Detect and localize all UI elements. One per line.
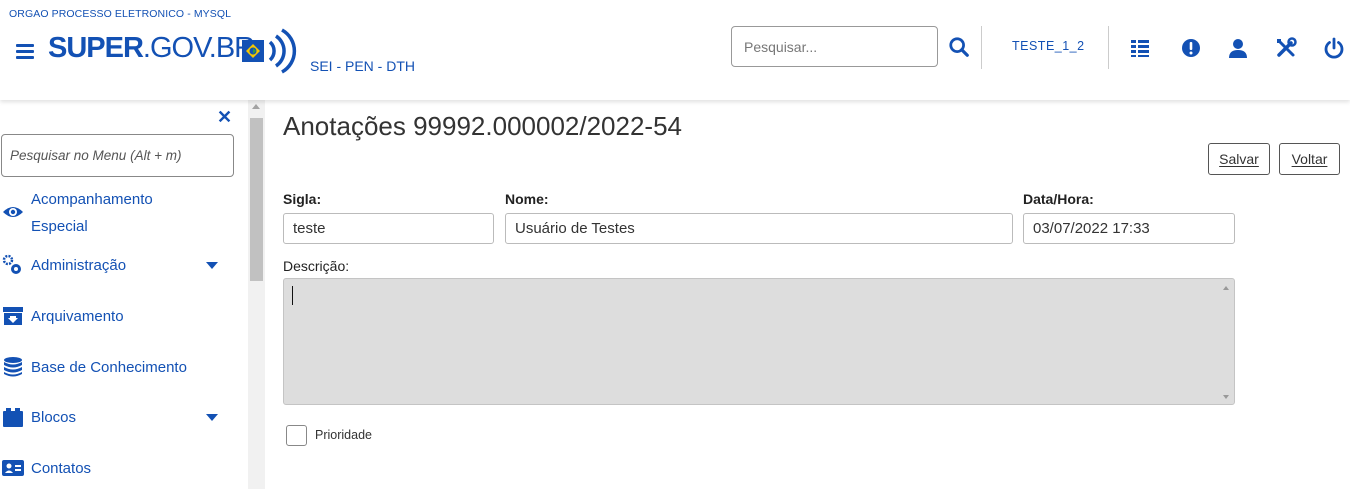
sidebar-item-label: Acompanhamento: [31, 191, 153, 208]
sidebar-item-contatos[interactable]: Contatos: [0, 455, 240, 485]
prioridade-checkbox[interactable]: [286, 425, 307, 446]
sidebar-item-arquivamento[interactable]: Arquivamento: [0, 303, 240, 333]
prioridade-label: Prioridade: [315, 428, 372, 442]
logo-mark-icon: [242, 28, 297, 74]
sigla-field[interactable]: [283, 213, 494, 244]
list-icon[interactable]: [1129, 37, 1151, 59]
sigla-label: Sigla:: [283, 191, 322, 207]
descricao-textarea[interactable]: [283, 278, 1235, 405]
sidebar-scroll-thumb[interactable]: [250, 118, 263, 281]
close-icon[interactable]: ✕: [217, 108, 232, 126]
header-divider: [981, 26, 982, 69]
org-name: ORGAO PROCESSO ELETRONICO - MYSQL: [9, 8, 232, 20]
menu-search-input[interactable]: [1, 134, 234, 177]
sidebar-item-administracao[interactable]: Administração: [0, 252, 240, 282]
datahora-label: Data/Hora:: [1023, 191, 1094, 207]
sidebar-item-label: Base de Conhecimento: [31, 359, 187, 376]
save-button[interactable]: Salvar: [1208, 143, 1270, 175]
sidebar-item-base-de-conhecimento[interactable]: Base de Conhecimento: [0, 354, 240, 384]
scroll-up-arrow-icon[interactable]: [252, 104, 260, 109]
search-icon[interactable]: [948, 36, 970, 58]
nome-label: Nome:: [505, 191, 549, 207]
sidebar-item-label: Blocos: [31, 409, 77, 426]
logo-bold-text: SUPER: [48, 32, 144, 64]
system-subtitle: SEI - PEN - DTH: [310, 58, 416, 74]
sidebar-item-label: Especial: [31, 218, 88, 235]
top-header: ORGAO PROCESSO ELETRONICO - MYSQL SUPER.…: [0, 0, 1350, 100]
eye-icon: [3, 207, 23, 217]
page-title: Anotações 99992.000002/2022-54: [283, 111, 683, 141]
logo-light-text: .GOV.BR: [142, 32, 255, 64]
sidebar-item-acompanhamento-especial[interactable]: Acompanhamento Especial: [0, 188, 240, 244]
tools-icon[interactable]: [1275, 37, 1297, 59]
archive-icon: [3, 307, 23, 325]
sidebar-item-label: Administração: [31, 257, 127, 274]
datahora-field[interactable]: [1023, 213, 1235, 244]
nome-field[interactable]: [505, 213, 1013, 244]
alert-icon[interactable]: [1180, 37, 1202, 59]
chevron-down-icon[interactable]: [206, 262, 218, 269]
sidebar-item-label: Contatos: [31, 460, 92, 477]
id-card-icon: [2, 460, 24, 476]
user-unit-link[interactable]: TESTE_1_2: [1012, 39, 1085, 53]
logo[interactable]: SUPER.GOV.BR: [48, 32, 255, 65]
header-divider: [1108, 26, 1109, 69]
user-icon[interactable]: [1227, 37, 1249, 59]
cubes-icon: [3, 408, 23, 427]
search-input[interactable]: [731, 26, 938, 67]
gears-icon: [2, 254, 21, 274]
back-button[interactable]: Voltar: [1279, 143, 1340, 175]
sidebar-item-blocos[interactable]: Blocos: [0, 404, 240, 434]
chevron-down-icon[interactable]: [206, 414, 218, 421]
descricao-label: Descrição:: [283, 258, 350, 274]
menu-icon[interactable]: [16, 44, 34, 59]
sidebar-item-label: Arquivamento: [31, 308, 124, 325]
database-icon: [4, 357, 22, 377]
power-icon[interactable]: [1323, 37, 1345, 59]
